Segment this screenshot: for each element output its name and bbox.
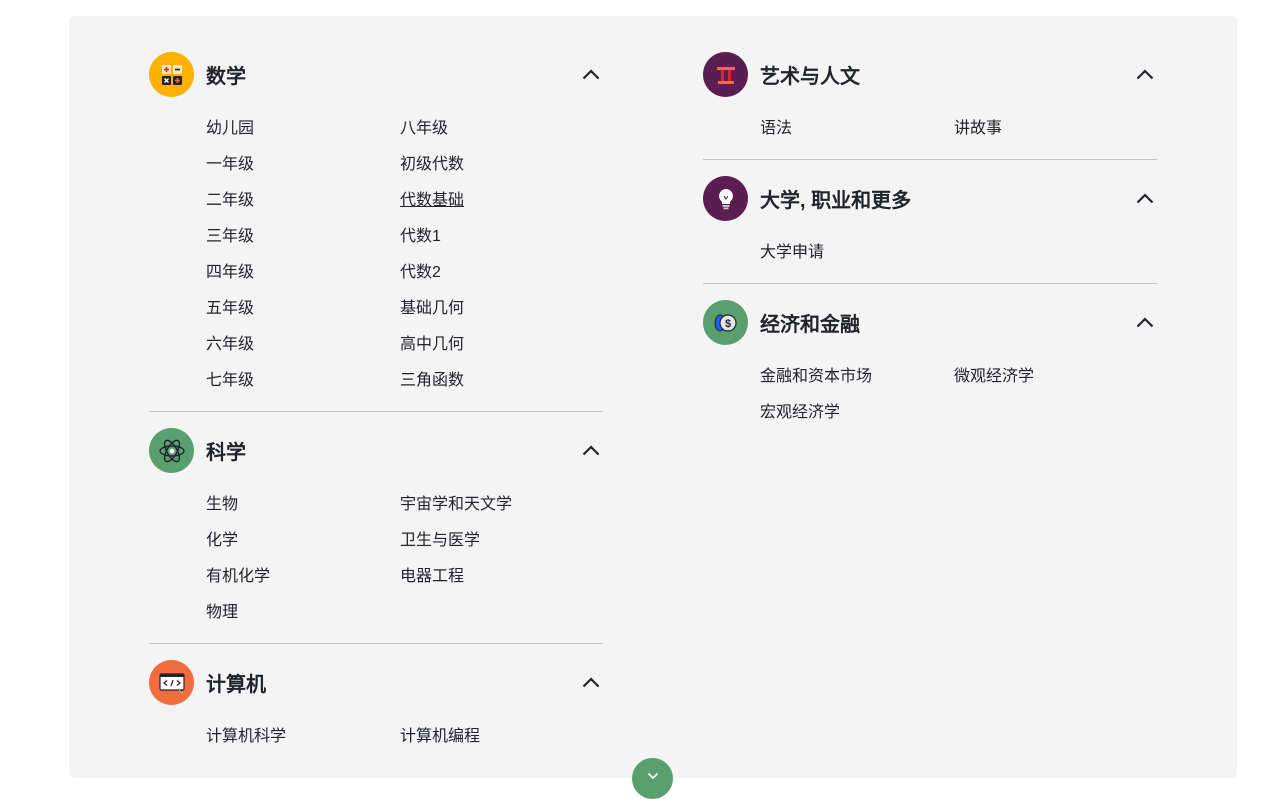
section-math-links: 幼儿园 八年级 一年级 初级代数 二年级 代数基础 三年级 代数1 四年级 代数… bbox=[149, 97, 603, 411]
link-grade-8[interactable]: 八年级 bbox=[400, 111, 594, 147]
section-arts-title: 艺术与人文 bbox=[760, 66, 860, 88]
link-kindergarten[interactable]: 幼儿园 bbox=[206, 111, 400, 147]
section-economics-links: 金融和资本市场 微观经济学 宏观经济学 bbox=[703, 345, 1157, 443]
section-science: 科学 生物 宇宙学和天文学 化学 卫生与医学 有机化学 电器工程 物理 bbox=[149, 411, 603, 643]
link-grade-4[interactable]: 四年级 bbox=[206, 255, 400, 291]
section-computing: 计算机 计算机科学 计算机编程 bbox=[149, 643, 603, 767]
link-grade-2[interactable]: 二年级 bbox=[206, 183, 400, 219]
section-math: 数学 幼儿园 八年级 一年级 初级代数 二年级 代数基础 三年级 代数1 四年级… bbox=[149, 52, 603, 411]
link-microeconomics[interactable]: 微观经济学 bbox=[954, 359, 1148, 395]
chevron-up-icon[interactable] bbox=[1135, 64, 1155, 84]
link-college-admissions[interactable]: 大学申请 bbox=[760, 235, 954, 271]
link-grade-7[interactable]: 七年级 bbox=[206, 363, 400, 399]
section-college: 大学, 职业和更多 大学申请 bbox=[703, 159, 1157, 283]
link-basic-geometry[interactable]: 基础几何 bbox=[400, 291, 594, 327]
link-grammar[interactable]: 语法 bbox=[760, 111, 954, 147]
link-storytelling[interactable]: 讲故事 bbox=[954, 111, 1148, 147]
section-science-header[interactable]: 科学 bbox=[149, 428, 603, 473]
section-college-links: 大学申请 bbox=[703, 221, 1157, 283]
section-college-title: 大学, 职业和更多 bbox=[760, 190, 912, 212]
left-column: 数学 幼儿园 八年级 一年级 初级代数 二年级 代数基础 三年级 代数1 四年级… bbox=[149, 52, 603, 767]
code-window-icon bbox=[149, 660, 194, 705]
section-math-title: 数学 bbox=[206, 66, 246, 88]
link-organic-chemistry[interactable]: 有机化学 bbox=[206, 559, 400, 595]
link-cosmology-astronomy[interactable]: 宇宙学和天文学 bbox=[400, 487, 594, 523]
section-economics-header[interactable]: $ 经济和金融 bbox=[703, 300, 1157, 345]
chevron-up-icon[interactable] bbox=[1135, 188, 1155, 208]
chevron-down-icon bbox=[647, 772, 658, 780]
coins-icon: $ bbox=[703, 300, 748, 345]
section-computing-title: 计算机 bbox=[206, 674, 266, 696]
link-algebra-1[interactable]: 代数1 bbox=[400, 219, 594, 255]
link-biology[interactable]: 生物 bbox=[206, 487, 400, 523]
chevron-up-icon[interactable] bbox=[581, 64, 601, 84]
section-arts-header[interactable]: 艺术与人文 bbox=[703, 52, 1157, 97]
section-computing-links: 计算机科学 计算机编程 bbox=[149, 705, 603, 767]
section-computing-header[interactable]: 计算机 bbox=[149, 660, 603, 705]
section-economics-title: 经济和金融 bbox=[760, 314, 860, 336]
lightbulb-icon bbox=[703, 176, 748, 221]
link-electrical-engineering[interactable]: 电器工程 bbox=[400, 559, 594, 595]
link-grade-5[interactable]: 五年级 bbox=[206, 291, 400, 327]
link-pre-algebra[interactable]: 初级代数 bbox=[400, 147, 594, 183]
section-math-header[interactable]: 数学 bbox=[149, 52, 603, 97]
link-grade-3[interactable]: 三年级 bbox=[206, 219, 400, 255]
link-algebra-basics[interactable]: 代数基础 bbox=[400, 183, 594, 219]
column-icon bbox=[703, 52, 748, 97]
link-health-medicine[interactable]: 卫生与医学 bbox=[400, 523, 594, 559]
expand-button[interactable] bbox=[632, 758, 673, 799]
link-physics[interactable]: 物理 bbox=[206, 595, 400, 631]
link-grade-6[interactable]: 六年级 bbox=[206, 327, 400, 363]
link-macroeconomics[interactable]: 宏观经济学 bbox=[760, 395, 954, 431]
chevron-up-icon[interactable] bbox=[1135, 312, 1155, 332]
calculator-icon bbox=[149, 52, 194, 97]
chevron-up-icon[interactable] bbox=[581, 440, 601, 460]
section-science-title: 科学 bbox=[206, 442, 246, 464]
link-computer-science[interactable]: 计算机科学 bbox=[206, 719, 400, 755]
link-finance-capital-markets[interactable]: 金融和资本市场 bbox=[760, 359, 954, 395]
section-college-header[interactable]: 大学, 职业和更多 bbox=[703, 176, 1157, 221]
link-algebra-2[interactable]: 代数2 bbox=[400, 255, 594, 291]
section-arts: 艺术与人文 语法 讲故事 bbox=[703, 52, 1157, 159]
subjects-panel: 数学 幼儿园 八年级 一年级 初级代数 二年级 代数基础 三年级 代数1 四年级… bbox=[69, 16, 1237, 778]
right-column: 艺术与人文 语法 讲故事 大学, 职业和更多 大学申请 $ 经济和金融 金融和资… bbox=[703, 52, 1157, 443]
section-science-links: 生物 宇宙学和天文学 化学 卫生与医学 有机化学 电器工程 物理 bbox=[149, 473, 603, 643]
atom-icon bbox=[149, 428, 194, 473]
link-algebra-basics-label: 代数基础 bbox=[400, 192, 465, 209]
chevron-up-icon[interactable] bbox=[581, 672, 601, 692]
link-trigonometry[interactable]: 三角函数 bbox=[400, 363, 594, 399]
link-grade-1[interactable]: 一年级 bbox=[206, 147, 400, 183]
link-chemistry[interactable]: 化学 bbox=[206, 523, 400, 559]
section-economics: $ 经济和金融 金融和资本市场 微观经济学 宏观经济学 bbox=[703, 283, 1157, 443]
svg-text:$: $ bbox=[724, 318, 730, 330]
section-arts-links: 语法 讲故事 bbox=[703, 97, 1157, 159]
link-computer-programming[interactable]: 计算机编程 bbox=[400, 719, 594, 755]
link-high-school-geometry[interactable]: 高中几何 bbox=[400, 327, 594, 363]
